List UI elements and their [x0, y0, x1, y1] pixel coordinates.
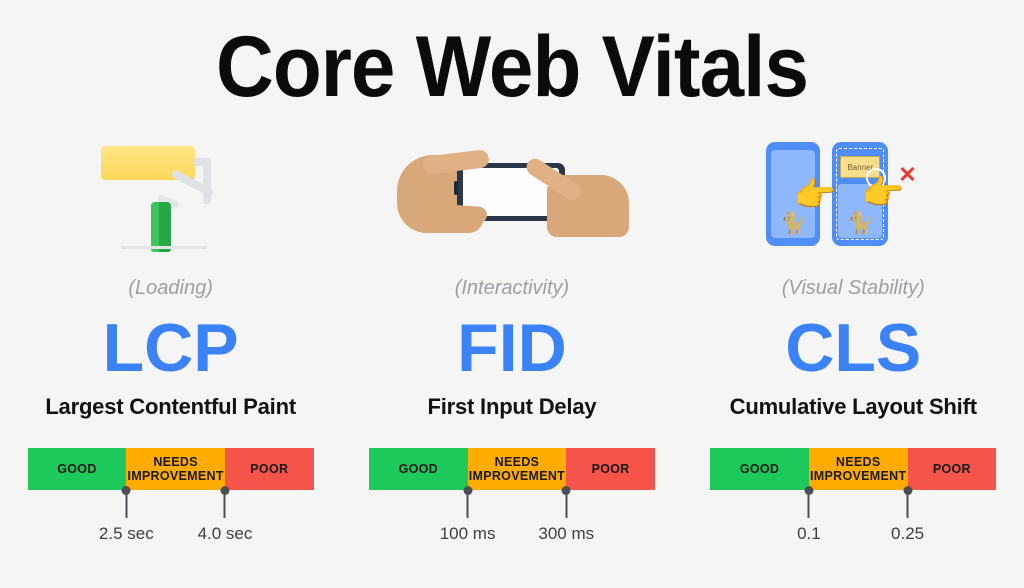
segment-poor-cls: POOR — [907, 448, 997, 490]
pin-stem — [223, 494, 226, 518]
threshold-pin-2-cls — [903, 486, 913, 518]
threshold-pins-fid — [369, 486, 655, 524]
segment-needs-improvement-cls: NEEDS IMPROVEMENT — [808, 448, 908, 490]
roller-handle-highlight — [150, 202, 159, 252]
threshold-scale-cls: GOOD NEEDS IMPROVEMENT POOR 0.1 0.25 — [710, 448, 997, 550]
segment-needs-improvement-fid: NEEDS IMPROVEMENT — [467, 448, 567, 490]
threshold-labels-fid: 100 ms 300 ms — [369, 524, 655, 550]
phone-side-button-icon — [453, 181, 458, 195]
roller-frame-vertical — [202, 158, 211, 204]
pin-stem — [807, 494, 810, 518]
roller-shadow — [120, 246, 207, 249]
metrics-columns: (Loading) LCP Largest Contentful Paint G… — [0, 135, 1024, 550]
scale-bar-fid: GOOD NEEDS IMPROVEMENT POOR — [368, 448, 655, 490]
threshold-pin-1-cls — [804, 486, 814, 518]
threshold-value-2-fid: 300 ms — [538, 524, 595, 543]
threshold-pin-1-fid — [463, 486, 473, 518]
full-name-fid: First Input Delay — [427, 394, 597, 419]
cat-illustration-icon: 🐈 — [846, 210, 874, 235]
threshold-value-2-lcp: 4.0 sec — [197, 524, 253, 543]
metric-column-fid: (Interactivity) FID First Input Delay GO… — [341, 135, 682, 550]
pin-stem — [466, 494, 469, 518]
threshold-pin-1-lcp — [121, 486, 131, 518]
threshold-scale-fid: GOOD NEEDS IMPROVEMENT POOR 100 ms 300 m… — [368, 448, 655, 550]
pointing-hand-icon: 👉 — [794, 176, 837, 214]
pin-stem — [906, 494, 909, 518]
acronym-cls: CLS — [785, 310, 922, 386]
threshold-value-1-cls: 0.1 — [797, 524, 821, 543]
pin-stem — [125, 494, 128, 518]
threshold-scale-lcp: GOOD NEEDS IMPROVEMENT POOR 2.5 sec 4.0 … — [27, 448, 314, 550]
paint-roller-icon — [0, 135, 341, 255]
core-web-vitals-infographic: Core Web Vitals (Loading) LCP Largest Co… — [0, 0, 1024, 588]
full-name-cls: Cumulative Layout Shift — [729, 394, 977, 419]
acronym-fid: FID — [457, 310, 567, 386]
hands-tapping-phone-icon — [341, 135, 682, 255]
metric-column-cls: 🐈 Banner 🐈 👉 👉 ✕ (Visual Stability) CLS … — [683, 135, 1024, 550]
aspect-label-lcp: (Loading) — [128, 277, 213, 299]
page-title: Core Web Vitals — [215, 19, 809, 115]
segment-poor-lcp: POOR — [224, 448, 314, 490]
threshold-pins-lcp — [28, 486, 314, 524]
aspect-label-fid: (Interactivity) — [454, 277, 570, 299]
threshold-value-1-fid: 100 ms — [439, 524, 496, 543]
acronym-lcp: LCP — [102, 310, 239, 386]
segment-good-lcp: GOOD — [27, 448, 127, 490]
segment-poor-fid: POOR — [566, 448, 655, 490]
threshold-labels-cls: 0.1 0.25 — [710, 524, 996, 550]
threshold-value-1-lcp: 2.5 sec — [98, 524, 154, 543]
threshold-value-2-cls: 0.25 — [891, 524, 925, 543]
threshold-labels-lcp: 2.5 sec 4.0 sec — [28, 524, 314, 550]
error-x-icon: ✕ — [898, 162, 917, 187]
layout-shift-phones-icon: 🐈 Banner 🐈 👉 👉 ✕ — [683, 135, 1024, 255]
metric-column-lcp: (Loading) LCP Largest Contentful Paint G… — [0, 135, 341, 550]
scale-bar-lcp: GOOD NEEDS IMPROVEMENT POOR — [27, 448, 314, 490]
segment-good-cls: GOOD — [710, 448, 809, 490]
pin-stem — [565, 494, 568, 518]
full-name-lcp: Largest Contentful Paint — [45, 394, 296, 419]
threshold-pin-2-fid — [561, 486, 571, 518]
segment-needs-improvement-lcp: NEEDS IMPROVEMENT — [126, 448, 225, 490]
threshold-pins-cls — [710, 486, 996, 524]
segment-good-fid: GOOD — [368, 448, 468, 490]
threshold-pin-2-lcp — [220, 486, 230, 518]
scale-bar-cls: GOOD NEEDS IMPROVEMENT POOR — [710, 448, 997, 490]
aspect-label-cls: (Visual Stability) — [781, 277, 925, 299]
